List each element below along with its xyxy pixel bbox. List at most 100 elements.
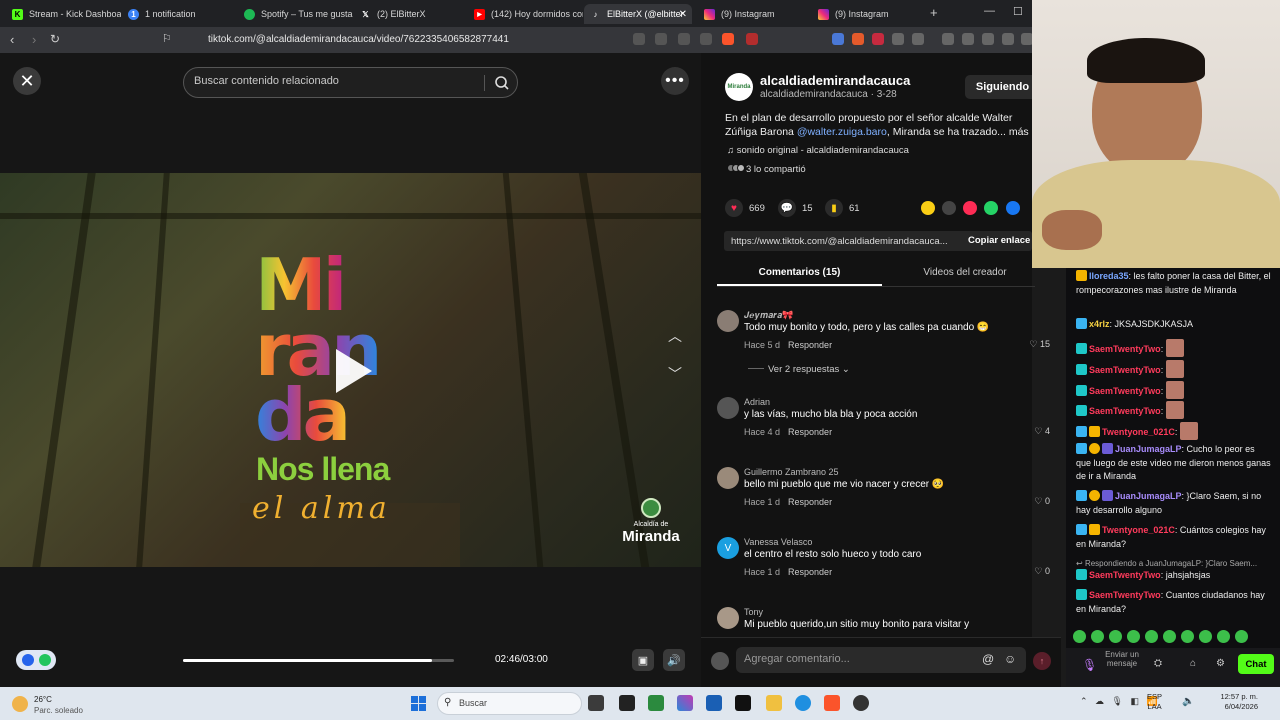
tab-x[interactable]: 𝕏 (2) ElBitterX [354,4,464,24]
send-icon[interactable] [963,201,977,215]
taskbar-search-input[interactable] [459,698,549,708]
language-indicator[interactable]: ESP LAA [1147,692,1162,712]
reply-button[interactable]: Responder [788,340,832,350]
reply-button[interactable]: Responder [788,497,832,507]
chat-username[interactable]: SaemTwentyTwo [1089,570,1161,580]
brave-icon[interactable] [824,695,840,711]
install-icon[interactable] [678,33,690,45]
folder-icon[interactable] [766,695,782,711]
view-replies-button[interactable]: Ver 2 respuestas ⌄ [748,364,850,375]
edge-icon[interactable] [795,695,811,711]
chat-username[interactable]: SaemTwentyTwo [1089,406,1161,416]
shared-by[interactable]: 3 lo compartió [727,164,806,175]
chat-username[interactable]: SaemTwentyTwo [1089,590,1161,600]
extension-icon[interactable] [633,33,645,45]
commenter-avatar[interactable]: V [717,537,739,559]
comment-user[interactable]: Tony [744,607,763,617]
extension-icon[interactable] [832,33,844,45]
sound-link[interactable]: ♫ sonido original - alcaldiademirandacau… [727,145,909,156]
extension-badge[interactable] [16,650,56,670]
reply-button[interactable]: Responder [788,427,832,437]
comment-user[interactable]: Guillermo Zambrano 25 [744,467,839,477]
leo-icon[interactable] [1002,33,1014,45]
task-view-icon[interactable] [588,695,604,711]
comment-like[interactable]: ♡ 0 [1034,496,1050,507]
copy-link-button[interactable]: Copiar enlace [968,235,1030,246]
emote-icon[interactable] [1109,630,1122,643]
app-icon[interactable] [648,695,664,711]
commenter-avatar[interactable] [717,397,739,419]
extension-icon[interactable] [852,33,864,45]
tab-instagram-2[interactable]: (9) Instagram [812,4,924,24]
weather-widget[interactable]: 26°C Parc. soleado [12,693,83,715]
taskbar-clock[interactable]: 12:57 p. m. 6/04/2026 [1208,692,1258,712]
miniplayer-button[interactable]: ▣ [632,649,654,671]
emote-icon[interactable] [1217,630,1230,643]
taskbar-search[interactable]: ⚲ [437,692,582,715]
translate-icon[interactable] [655,33,667,45]
chat-send-button[interactable]: Chat [1238,654,1274,674]
chat-username[interactable]: SaemTwentyTwo [1089,365,1161,375]
emote-icon[interactable] [1127,630,1140,643]
brave-shield-icon[interactable] [722,33,734,45]
tab-spotify[interactable]: Spotify – Tus me gusta [238,4,353,24]
comment-user[interactable]: 𝑱𝒆𝒚𝒎𝒂𝒓𝒂🎀 [744,310,793,321]
post-comment-button[interactable]: ↑ [1033,652,1051,670]
facebook-icon[interactable] [1006,201,1020,215]
emote-icon[interactable] [1163,630,1176,643]
tab-instagram[interactable]: (9) Instagram [698,4,810,24]
chat-username[interactable]: x4rlz [1089,319,1110,329]
terminal-icon[interactable] [735,695,751,711]
embed-icon[interactable] [942,201,956,215]
mention-link[interactable]: @walter.zuiga.baro [797,126,887,138]
reply-button[interactable]: Responder [788,567,832,577]
extension-icon[interactable] [912,33,924,45]
search-icon[interactable] [494,75,510,91]
brave-rewards-icon[interactable] [746,33,758,45]
video-player[interactable]: Mi ran da Nos llena el alma Alcaldía de … [0,173,701,567]
play-icon[interactable] [336,349,372,393]
windows-start-button[interactable] [411,696,426,711]
mention-icon[interactable]: @ [982,652,994,666]
comment-input[interactable] [744,653,974,665]
share-share-icon[interactable] [921,201,935,215]
tab-comments[interactable]: Comentarios (15) [717,262,882,286]
comment-button[interactable]: 💬 15 [778,199,813,217]
comment-user[interactable]: Vanessa Velasco [744,537,812,547]
chat-username[interactable]: lloreda35 [1089,271,1129,281]
store-icon[interactable]: ⌂ [1190,658,1196,669]
chat-username[interactable]: Twentyone_021C [1102,525,1175,535]
extension-icon[interactable] [872,33,884,45]
emote-icon[interactable] [1181,630,1194,643]
share-icon[interactable] [700,33,712,45]
commenter-avatar[interactable] [717,310,739,332]
commenter-avatar[interactable] [717,607,739,629]
progress-bar[interactable] [183,659,454,662]
close-tab-icon[interactable]: ✕ [679,9,687,20]
copilot-icon[interactable] [677,695,693,711]
tab-youtube[interactable]: ▶ (142) Hoy dormidos con [468,4,583,24]
chat-username[interactable]: SaemTwentyTwo [1089,386,1161,396]
emote-icon[interactable] [1073,630,1086,643]
comment-like[interactable]: ♡ 4 [1034,426,1050,437]
previous-video-button[interactable]: ︿ [660,321,690,351]
related-search-input[interactable] [194,75,474,87]
following-button[interactable]: Siguiendo [965,75,1040,99]
chat-username[interactable]: Twentyone_021C [1102,427,1175,437]
maximize-icon[interactable]: ☐ [1013,5,1023,18]
emote-icon[interactable] [1091,630,1104,643]
share-link-text[interactable]: https://www.tiktok.com/@alcaldiademirand… [731,236,956,247]
url-field[interactable]: tiktok.com/@alcaldiademirandacauca/video… [208,34,509,45]
emote-icon[interactable] [1145,630,1158,643]
volume-button[interactable]: 🔊 [663,649,685,671]
creator-avatar[interactable]: Miranda [725,73,753,101]
comment-like[interactable]: ♡ 0 [1034,566,1050,577]
tab-kick[interactable]: K Stream - Kick Dashboard [6,4,121,24]
app-icon[interactable] [619,695,635,711]
emoji-icon[interactable]: ☺ [1004,652,1016,666]
chat-username[interactable]: JuanJumagaLP [1115,491,1182,501]
layout-icon[interactable] [962,33,974,45]
chat-username[interactable]: JuanJumagaLP [1115,444,1182,454]
minimize-icon[interactable]: — [984,5,995,17]
microphone-icon[interactable]: 🎙 [1082,658,1097,672]
